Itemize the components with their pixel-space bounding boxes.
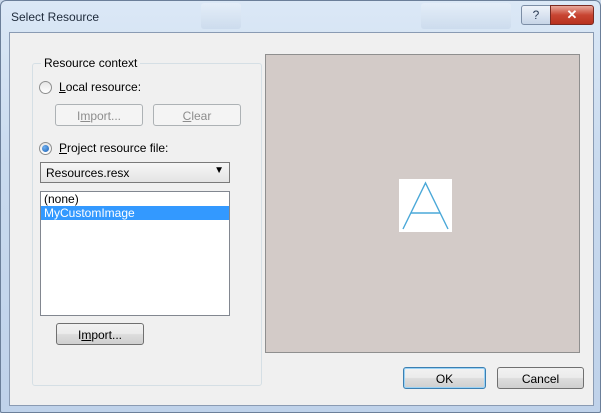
close-button[interactable]: ✕ bbox=[550, 5, 594, 25]
cancel-button[interactable]: Cancel bbox=[497, 367, 584, 389]
local-resource-radio[interactable]: Local resource: bbox=[39, 80, 141, 94]
project-resource-label: Project resource file: bbox=[59, 141, 169, 155]
close-icon: ✕ bbox=[566, 7, 578, 22]
window-title: Select Resource bbox=[11, 10, 100, 24]
list-item[interactable]: (none) bbox=[41, 192, 229, 206]
resource-file-dropdown[interactable]: Resources.resx ▼ bbox=[40, 162, 230, 183]
project-resource-radio-circle[interactable] bbox=[39, 141, 52, 155]
help-icon: ? bbox=[532, 8, 540, 22]
preview-image bbox=[399, 179, 452, 232]
resource-context-caption: Resource context bbox=[41, 56, 141, 70]
help-button[interactable]: ? bbox=[521, 5, 551, 25]
title-bar[interactable]: Select Resource ? ✕ bbox=[1, 1, 600, 31]
ok-button[interactable]: OK bbox=[403, 367, 486, 389]
list-item[interactable]: MyCustomImage bbox=[41, 206, 229, 220]
local-import-button[interactable]: Import... bbox=[55, 104, 143, 126]
letter-a-image-icon bbox=[402, 181, 449, 230]
clear-button[interactable]: Clear bbox=[153, 104, 241, 126]
title-bar-reflection bbox=[421, 3, 511, 29]
select-resource-dialog: Select Resource ? ✕ Resource context Loc… bbox=[0, 0, 601, 413]
project-import-button[interactable]: Import... bbox=[56, 323, 144, 345]
project-resource-radio[interactable]: Project resource file: bbox=[39, 141, 168, 155]
title-bar-reflection bbox=[201, 3, 241, 29]
local-resource-label: Local resource: bbox=[59, 80, 142, 94]
local-resource-radio-circle[interactable] bbox=[39, 80, 52, 94]
chevron-down-icon: ▼ bbox=[214, 165, 224, 176]
resource-list[interactable]: (none) MyCustomImage bbox=[40, 191, 230, 316]
image-preview-panel bbox=[265, 54, 580, 353]
dialog-client-area: Resource context Local resource: Import.… bbox=[9, 32, 594, 406]
resource-file-selected: Resources.resx bbox=[46, 166, 130, 180]
